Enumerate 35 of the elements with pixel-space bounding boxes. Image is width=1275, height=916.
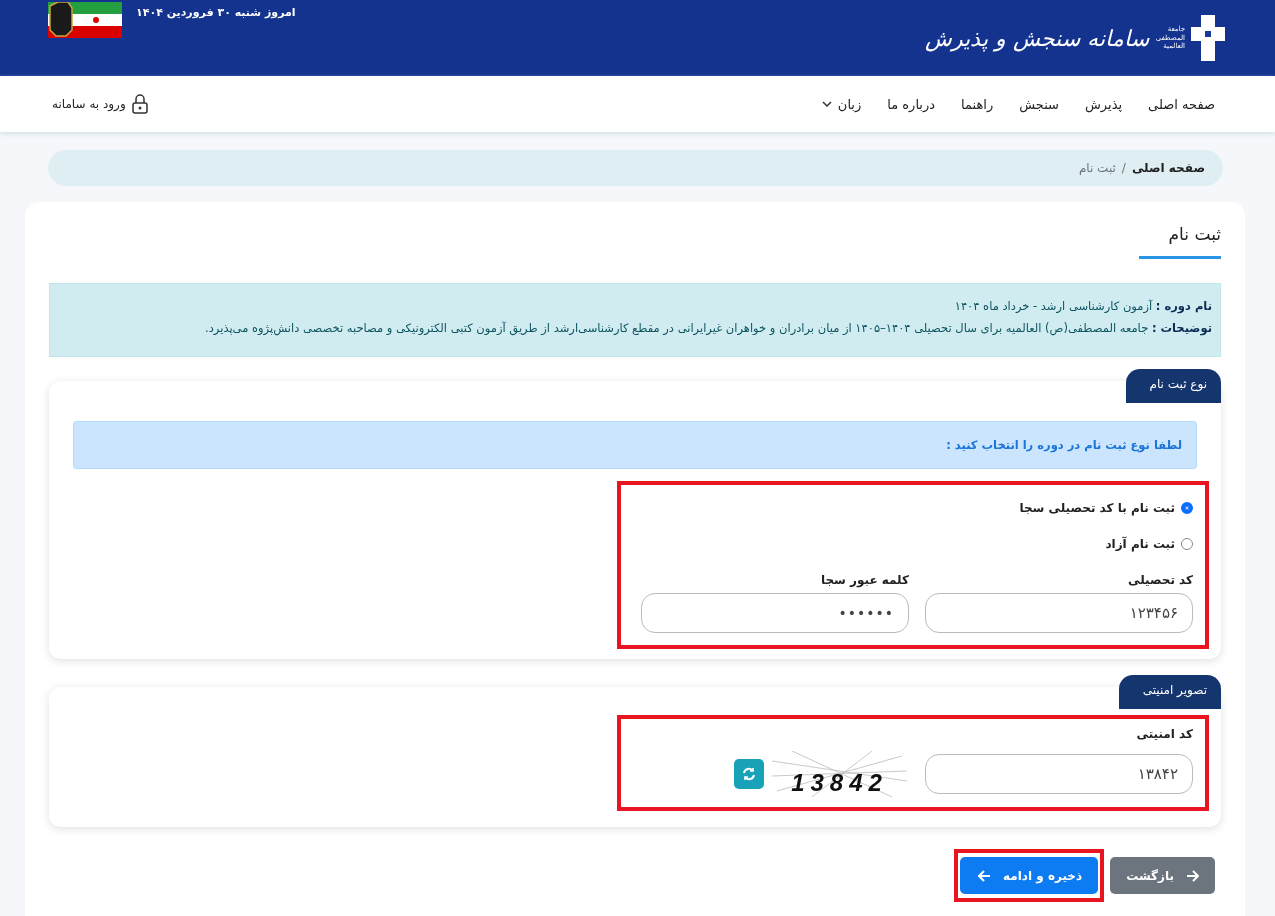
prompt-alert: لطفا نوع ثبت نام در دوره را انتخاب کنید :	[73, 421, 1197, 470]
input-field[interactable]: ••••••	[641, 593, 909, 634]
page-title: ثبت نام	[1138, 224, 1221, 259]
input-field[interactable]: ۱۳۸۴۲	[925, 754, 1193, 795]
info-text: نام دوره : آزمون کارشناسی ارشد - خرداد ماه ۱۴۰۴	[953, 298, 1212, 315]
back-button[interactable]: بازگشت	[1110, 857, 1215, 895]
nav-link[interactable]: زبان	[821, 96, 862, 112]
breadcrumb-link[interactable]: صفحه اصلی	[1131, 161, 1205, 175]
field-label: کد تحصیلی	[1127, 573, 1193, 588]
flag-icon	[48, 2, 122, 38]
nav-link[interactable]: پذیرش	[1085, 96, 1123, 112]
radio-option[interactable]: ثبت نام با کد تحصیلی سجا	[633, 501, 1193, 516]
breadcrumb-separator: /	[1121, 161, 1126, 175]
save-button[interactable]: ذخیره و ادامه	[960, 857, 1099, 895]
radio-button[interactable]	[1181, 502, 1193, 515]
date-text: امروز شنبه ۳۰ فروردین ۱۴۰۴	[136, 5, 296, 19]
lock-icon	[131, 94, 148, 114]
arrow-left-icon	[978, 869, 991, 882]
arrow-right-icon	[1186, 869, 1199, 882]
refresh-button[interactable]	[734, 759, 764, 790]
nav-link[interactable]: صفحه اصلی	[1148, 96, 1215, 112]
refresh-icon	[742, 767, 756, 782]
info-text: توضیحات : جامعه المصطفی(ص) العالمیه برای سال تحصیلی ۱۴۰۴–۱۴۰۵ از میان برادران و خواهران غیرایرانی در مقطع کارشناسی‌ارشد از طریق آزمون کتبی الکترونیکی و مصاحبه تخصصی دانش‌پژوه می‌پذیرد.	[204, 320, 1212, 337]
input-field[interactable]: ۱۲۳۴۵۶	[925, 593, 1193, 634]
login-link[interactable]: ورود به سامانه	[52, 94, 148, 114]
captcha-image: 13842	[772, 751, 907, 798]
logo-icon	[1191, 13, 1225, 63]
field-label: کد امنیتی	[1135, 727, 1193, 742]
logo-title: سامانه سنجش و پذیرش	[925, 25, 1149, 51]
field-label: کلمه عبور سجا	[819, 573, 909, 588]
breadcrumb-link[interactable]: ثبت نام	[1078, 161, 1116, 175]
radio-option[interactable]: ثبت نام آزاد	[633, 537, 1193, 552]
nav-link[interactable]: راهنما	[961, 96, 994, 112]
nav-link[interactable]: درباره ما	[887, 96, 936, 112]
nav-link[interactable]: سنجش	[1019, 96, 1059, 112]
